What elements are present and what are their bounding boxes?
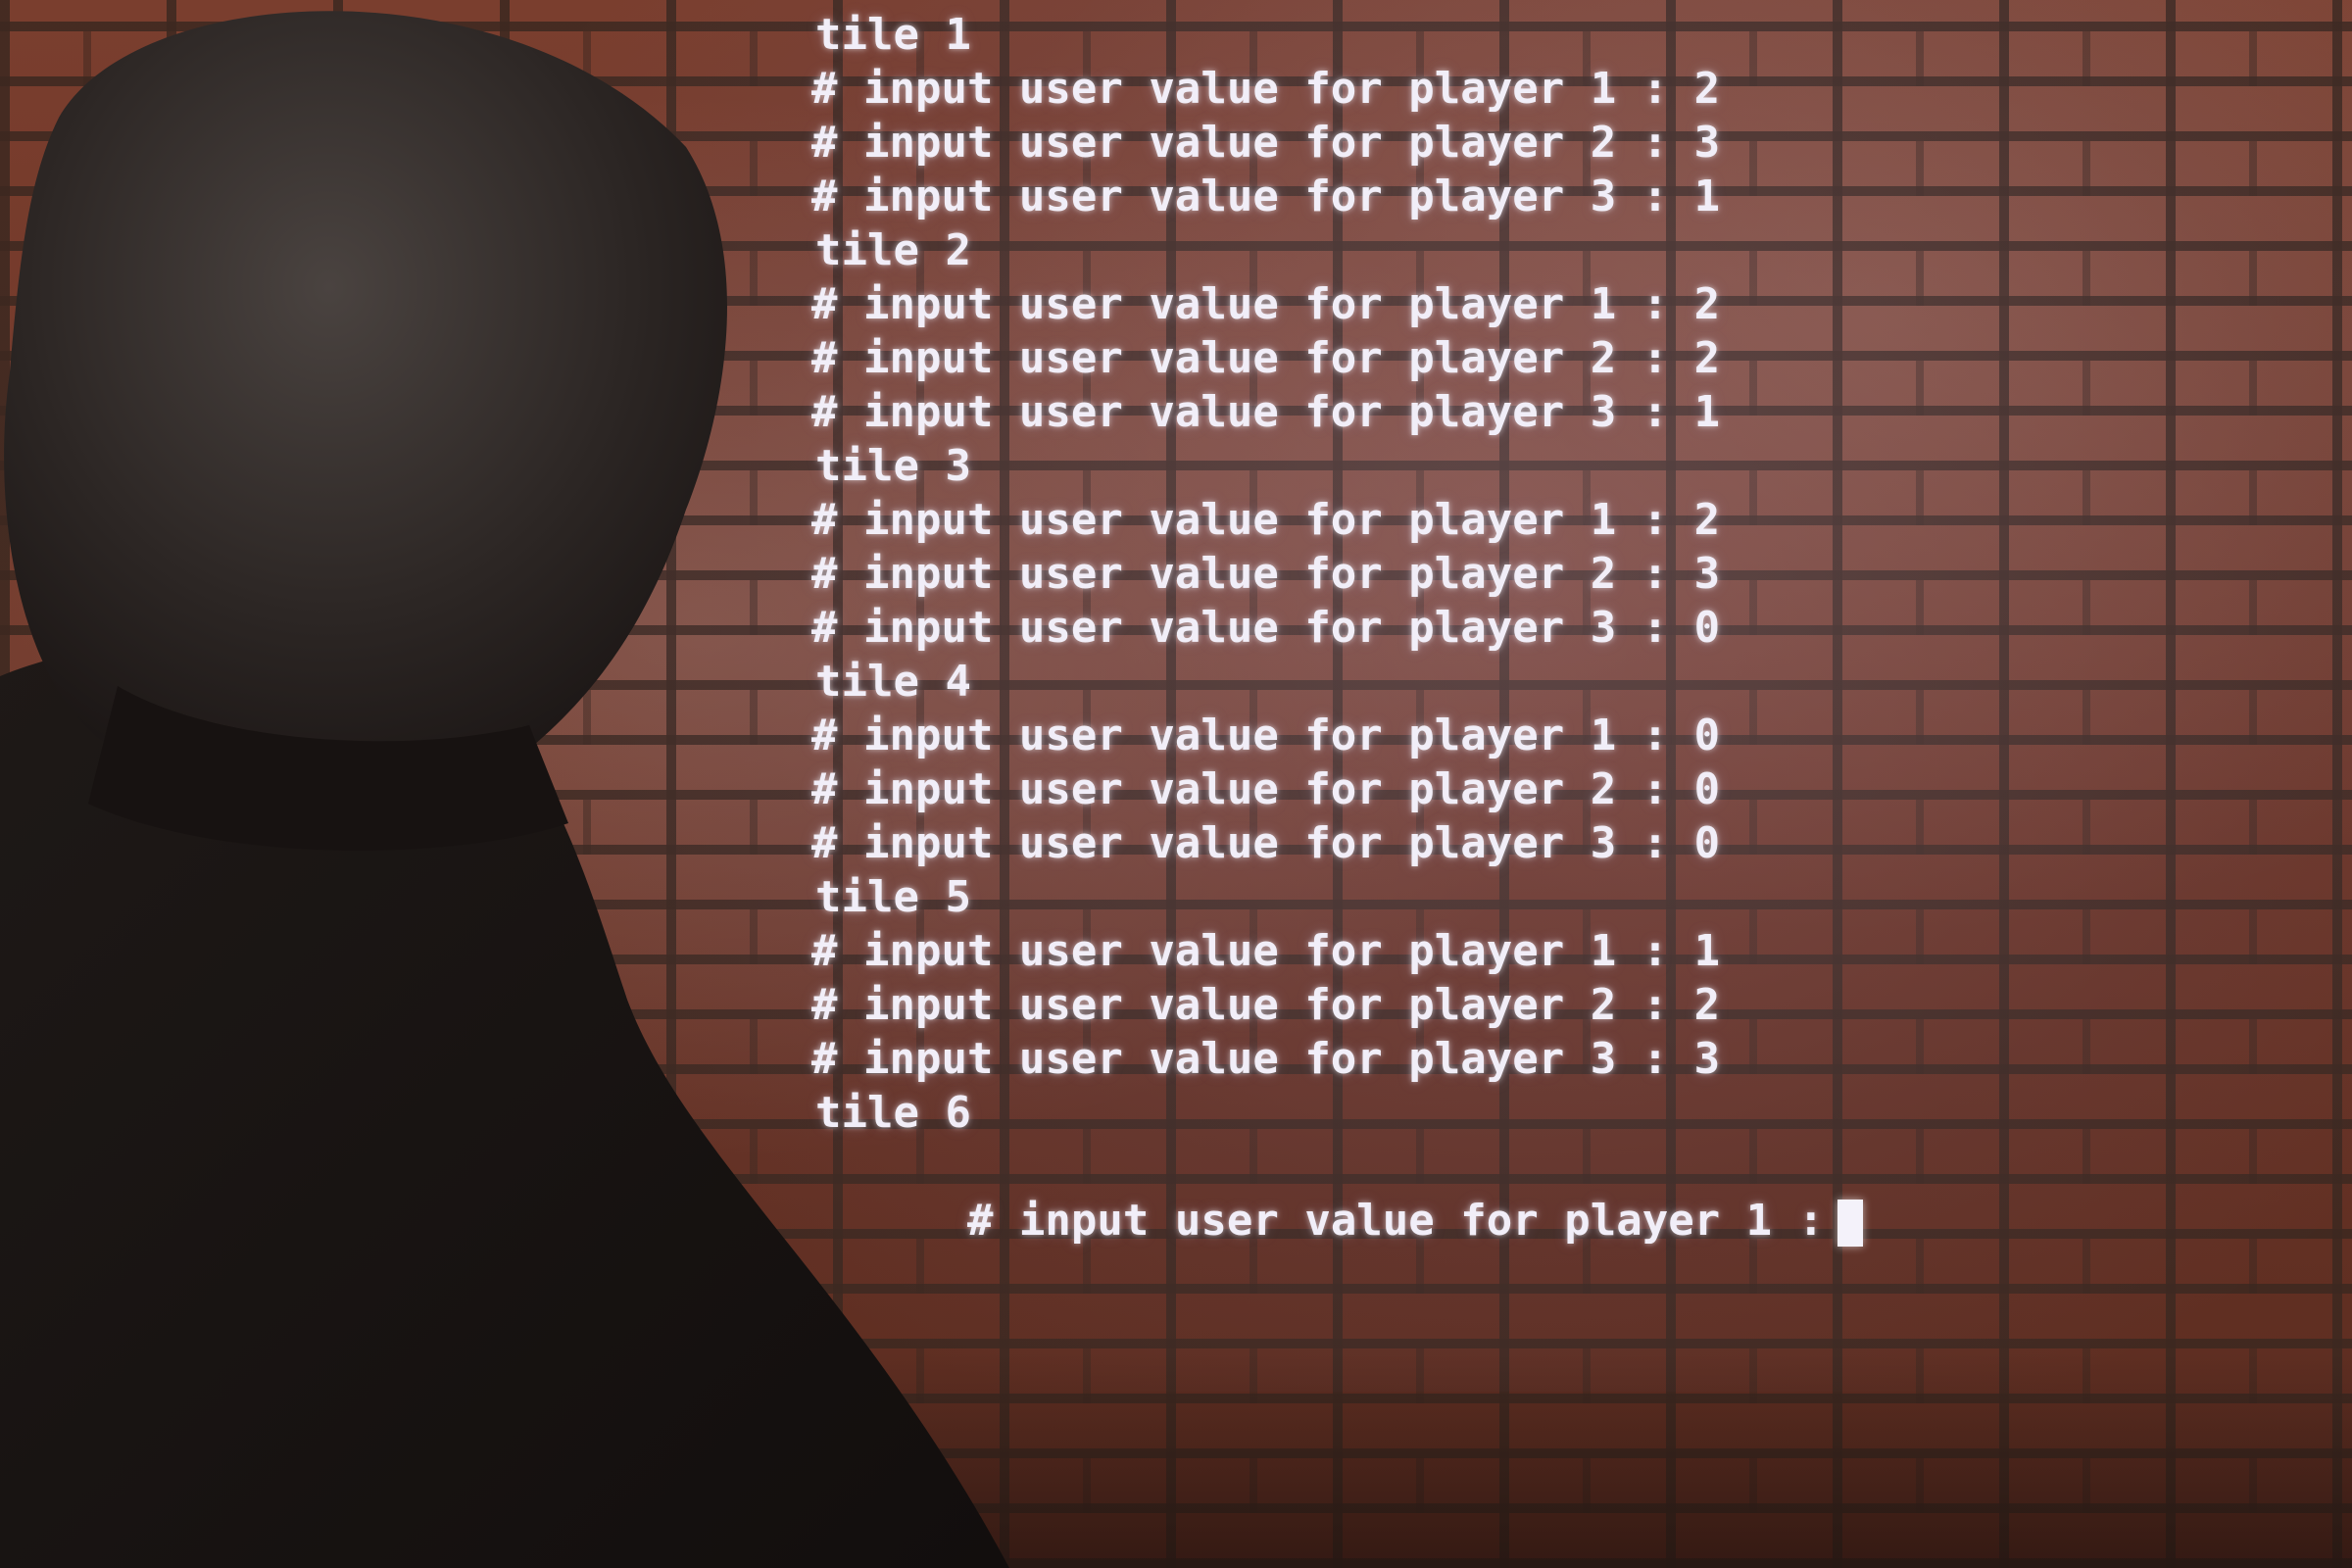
active-prompt-text: # input user value for player 1 : [966, 1196, 1825, 1246]
photo-scene: tile 1 # input user value for player 1 : … [0, 0, 2352, 1568]
text-cursor [1838, 1200, 1864, 1247]
person-silhouette [0, 11, 1009, 1568]
person-head [4, 11, 727, 801]
